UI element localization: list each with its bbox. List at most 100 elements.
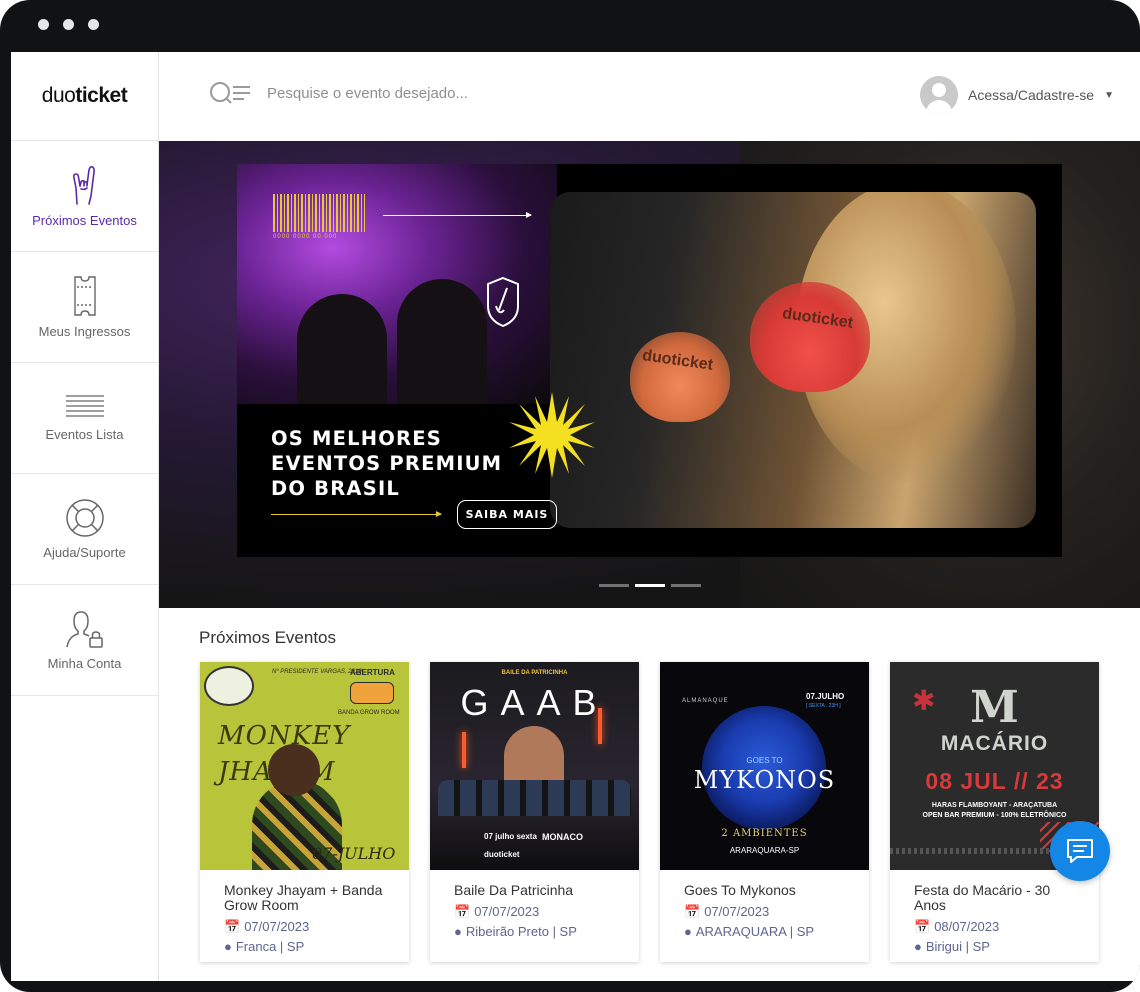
sidebar: duo ticket Próximos Eventos Meus Ingress…	[11, 52, 159, 981]
event-card[interactable]: ALMANAQUE 07.JULHO [ SEXTA . 23H ] GOES …	[660, 662, 869, 962]
sidebar-item-ajuda-suporte[interactable]: Ajuda/Suporte	[11, 474, 158, 585]
event-date: 📅 08/07/2023	[914, 919, 1000, 934]
headline-line: EVENTOS PREMIUM	[271, 452, 503, 475]
sidebar-item-proximos-eventos[interactable]: Próximos Eventos	[11, 141, 158, 252]
poster-title: MYKONOS	[693, 766, 836, 794]
van-icon	[350, 682, 394, 704]
poster-text: HARAS FLAMBOYANT - ARAÇATUBA	[931, 802, 1058, 809]
lifebuoy-icon	[65, 499, 104, 537]
carousel-dot-active[interactable]	[635, 584, 665, 587]
events-list: Nº PRESIDENTE VARGAS, 2210 ABERTURA BAND…	[200, 662, 1099, 962]
list-icon	[65, 395, 104, 417]
carousel-dot[interactable]	[671, 584, 701, 587]
poster-title: GAAB	[460, 682, 609, 723]
event-card[interactable]: BAILE DA PATRICINHA GAAB 07 julho sexta …	[430, 662, 639, 962]
event-location: ● Birigui | SP	[914, 939, 990, 954]
event-poster: Nº PRESIDENTE VARGAS, 2210 ABERTURA BAND…	[200, 662, 409, 870]
calendar-icon: 📅	[454, 904, 471, 919]
calendar-icon: 📅	[224, 919, 241, 934]
event-poster: BAILE DA PATRICINHA GAAB 07 julho sexta …	[430, 662, 639, 870]
sidebar-item-label: Meus Ingressos	[38, 324, 131, 339]
poster-date: 07 julho sexta	[484, 832, 537, 841]
logo[interactable]: duo ticket	[11, 52, 158, 141]
poster-text: [ SEXTA . 23H ]	[806, 703, 841, 709]
hero-carousel[interactable]: 0000 0000 00 000 duoticket duoticket OS …	[159, 141, 1140, 608]
poster-text: ABERTURA	[350, 668, 395, 677]
calendar-icon: 📅	[914, 919, 931, 934]
poster-logo: M	[970, 682, 1019, 733]
poster-text: BAILE DA PATRICINHA	[501, 670, 568, 676]
event-title[interactable]: Goes To Mykonos	[684, 883, 845, 898]
event-location: ● ARARAQUARA | SP	[684, 924, 815, 939]
calendar-icon: 📅	[684, 904, 701, 919]
arrow-decoration	[383, 212, 532, 218]
event-location: ● Ribeirão Preto | SP	[454, 924, 577, 939]
sidebar-item-meus-ingressos[interactable]: Meus Ingressos	[11, 252, 158, 363]
hero-headline: OS MELHORES EVENTOS PREMIUM DO BRASIL	[271, 426, 502, 501]
poster-text: ARARAQUARA-SP	[729, 846, 800, 855]
location-pin-icon: ●	[224, 939, 232, 954]
chat-button[interactable]	[1050, 821, 1110, 881]
search-input[interactable]: Pesquise o evento desejado...	[267, 85, 468, 102]
event-card[interactable]: Nº PRESIDENTE VARGAS, 2210 ABERTURA BAND…	[200, 662, 409, 962]
search-bar[interactable]: Pesquise o evento desejado...	[209, 80, 468, 106]
event-card[interactable]: ✱ M MACÁRIO 08 JUL // 23 HARAS FLAMBOYAN…	[890, 662, 1099, 962]
rock-hand-icon	[72, 166, 95, 205]
sidebar-item-label: Ajuda/Suporte	[43, 545, 126, 560]
banner-people-photo: duoticket duoticket	[550, 192, 1036, 528]
carousel-indicators	[599, 584, 701, 587]
event-poster: ALMANAQUE 07.JULHO [ SEXTA . 23H ] GOES …	[660, 662, 869, 870]
event-title[interactable]: Monkey Jhayam + Banda Grow Room	[224, 883, 385, 913]
poster-date: 08 JUL // 23	[925, 768, 1064, 794]
avatar	[920, 76, 959, 114]
poster-text: ALMANAQUE	[682, 698, 729, 704]
event-date: 📅 07/07/2023	[224, 919, 310, 934]
search-icon	[210, 82, 250, 104]
cocktail-glass-left	[630, 332, 730, 422]
poster-date: 07-JULHO	[312, 844, 396, 863]
event-title[interactable]: Baile Da Patricinha	[454, 883, 615, 898]
ticket-icon	[73, 276, 96, 316]
location-pin-icon: ●	[684, 924, 692, 939]
sidebar-item-label: Próximos Eventos	[32, 213, 137, 228]
app-screen: duo ticket Próximos Eventos Meus Ingress…	[11, 52, 1140, 981]
poster-text: GOES TO	[746, 756, 783, 765]
event-location: ● Franca | SP	[224, 939, 305, 954]
account-label: Acessa/Cadastre-se	[968, 87, 1095, 103]
logo-prefix: duo	[41, 84, 76, 107]
van-logo-icon	[204, 666, 254, 706]
saiba-mais-button[interactable]: SAIBA MAIS	[457, 500, 557, 529]
chat-icon	[1067, 839, 1093, 863]
cocktail-glass-right	[750, 282, 870, 392]
headline-line: DO BRASIL	[271, 477, 401, 500]
event-date: 📅 07/07/2023	[454, 904, 540, 919]
poster-text: OPEN BAR PREMIUM - 100% ELETRÔNICO	[922, 812, 1067, 819]
guitar-logo-icon	[487, 276, 519, 328]
account-menu[interactable]: Acessa/Cadastre-se ▼	[920, 76, 1114, 114]
events-section: Próximos Eventos Nº PRESIDENTE VARGAS, 2…	[159, 608, 1140, 981]
starburst-icon	[509, 392, 595, 478]
sidebar-item-minha-conta[interactable]: Minha Conta	[11, 585, 158, 696]
chevron-down-icon: ▼	[1104, 89, 1114, 101]
barcode-graphic	[273, 194, 365, 232]
barcode-digits: 0000 0000 00 000	[273, 234, 338, 240]
poster-text: 2 AMBIENTES	[721, 828, 808, 839]
poster-text: Nº PRESIDENTE VARGAS, 2210	[272, 669, 362, 675]
top-header: Pesquise o evento desejado... Acessa/Cad…	[159, 52, 1140, 141]
carousel-dot[interactable]	[599, 584, 629, 587]
poster-text: duoticket	[484, 850, 520, 859]
section-title: Próximos Eventos	[199, 628, 336, 647]
sidebar-item-eventos-lista[interactable]: Eventos Lista	[11, 363, 158, 474]
location-pin-icon: ●	[454, 924, 462, 939]
arrow-decoration	[271, 511, 442, 517]
window-dots	[38, 19, 99, 30]
headline-line: OS MELHORES	[271, 427, 443, 450]
poster-title: MACÁRIO	[940, 732, 1049, 755]
logo-suffix: ticket	[75, 84, 128, 107]
poster-text: BANDA GROW ROOM	[338, 710, 400, 716]
user-lock-icon	[65, 611, 103, 648]
hero-banner[interactable]: 0000 0000 00 000 duoticket duoticket OS …	[237, 164, 1062, 557]
device-frame: duo ticket Próximos Eventos Meus Ingress…	[0, 0, 1140, 992]
sidebar-item-label: Eventos Lista	[45, 427, 124, 442]
event-title[interactable]: Festa do Macário - 30 Anos	[914, 883, 1075, 913]
